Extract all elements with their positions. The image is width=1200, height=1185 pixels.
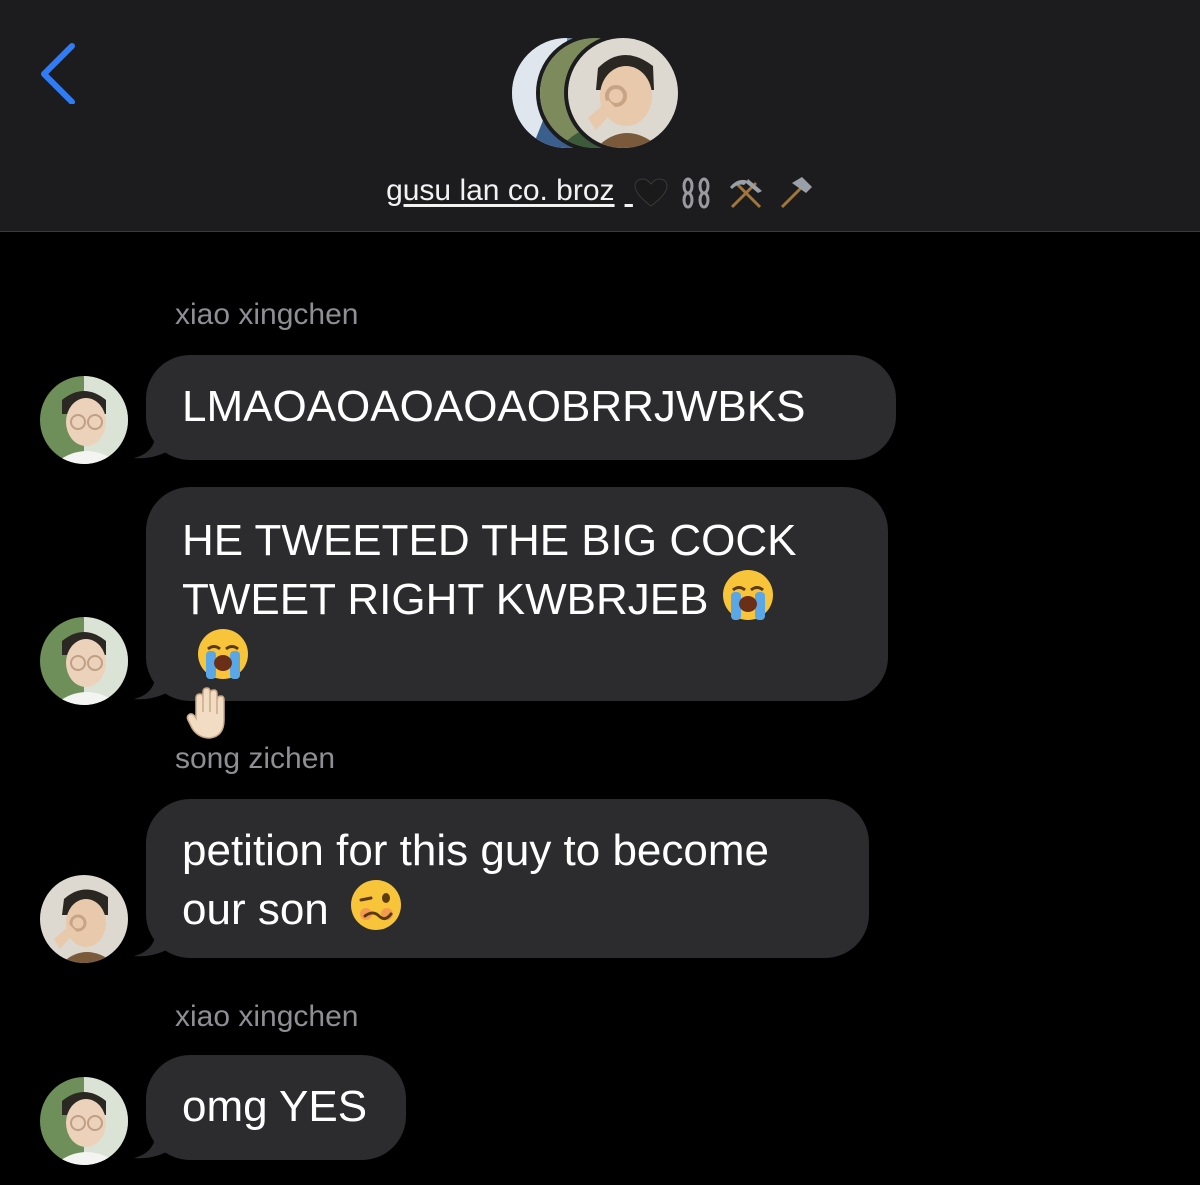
message-text-line-with-emoji: our son [182, 878, 833, 937]
back-button[interactable] [34, 40, 84, 105]
message-bubble[interactable]: petition for this guy to become our son [146, 799, 869, 958]
sender-avatar-xiao-xingchen[interactable] [40, 376, 128, 464]
group-emoji-row [633, 175, 814, 209]
bubble-tail [134, 667, 174, 700]
raised-hand-icon [186, 687, 225, 739]
sender-name: song zichen [175, 742, 336, 775]
group-avatar-3 [564, 34, 682, 152]
chevron-left-icon [41, 43, 75, 105]
group-avatar-stack[interactable] [508, 34, 692, 160]
sender-name: xiao xingchen [175, 298, 359, 331]
woozy-face-icon [351, 880, 401, 930]
hammer-and-pick-icon [729, 179, 762, 209]
bubble-tail [134, 924, 174, 957]
message-text-line-with-emoji: TWEET RIGHT KWBRJEB [182, 568, 852, 686]
bubble-tail [134, 1126, 174, 1159]
black-heart-icon [634, 178, 668, 207]
message-text: our son [182, 885, 329, 934]
message-bubble[interactable]: HE TWEETED THE BIG COCK TWEET RIGHT KWBR… [146, 487, 888, 739]
hammer-icon [780, 177, 812, 209]
message-text-line: HE TWEETED THE BIG COCK [182, 516, 797, 565]
message-text-line: petition for this guy to become [182, 826, 769, 875]
bubble-tail [134, 426, 174, 459]
message-bubble[interactable]: LMAOAOAOAOAOBRRJWBKS [146, 355, 896, 460]
sender-name: xiao xingchen [175, 1000, 359, 1033]
message-emoji-line [182, 686, 852, 745]
message-text: TWEET RIGHT KWBRJEB [182, 575, 709, 624]
message-text: LMAOAOAOAOAOBRRJWBKS [182, 382, 806, 431]
group-title[interactable]: gusu lan co. broz [0, 174, 1200, 209]
sender-avatar-xiao-xingchen[interactable] [40, 1077, 128, 1165]
group-name-text: gusu lan co. broz [386, 174, 615, 207]
loudly-crying-face-icon [722, 570, 773, 620]
conversation-header: gusu lan co. broz [0, 0, 1200, 232]
message-bubble[interactable]: omg YES [146, 1055, 406, 1160]
loudly-crying-face-icon [198, 629, 248, 679]
chains-icon [682, 177, 710, 209]
sender-avatar-xiao-xingchen[interactable] [40, 617, 128, 705]
message-text: omg YES [182, 1082, 368, 1131]
sender-avatar-song-zichen[interactable] [40, 875, 128, 963]
